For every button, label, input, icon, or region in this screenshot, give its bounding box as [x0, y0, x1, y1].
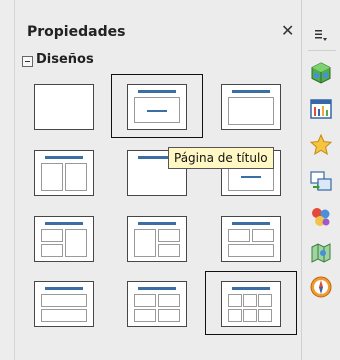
layout-title-2content-content[interactable]: [34, 216, 94, 262]
layout-subtitle-line: [241, 176, 261, 178]
layout-title-2content-over-content[interactable]: [221, 216, 281, 262]
layout-blank[interactable]: [34, 84, 94, 130]
layout-placeholder: [65, 163, 87, 191]
layout-placeholder: [228, 309, 242, 322]
layout-title-content[interactable]: [221, 84, 281, 130]
layout-subtitle-line: [147, 110, 167, 112]
layout-placeholder: [41, 244, 63, 257]
sidebar-separator: [308, 50, 336, 51]
tooltip: Página de título: [168, 147, 274, 169]
layout-title-4content[interactable]: [127, 281, 187, 327]
sidebar-tabbar: [301, 0, 340, 360]
layout-placeholder: [228, 244, 274, 257]
layout-title-2content[interactable]: [34, 150, 94, 196]
layout-title-bar: [45, 156, 83, 159]
layout-placeholder: [41, 309, 87, 322]
panel-title: Propiedades: [27, 24, 126, 40]
close-icon[interactable]: ✕: [281, 22, 294, 40]
layout-placeholder: [134, 294, 156, 307]
layout-placeholder: [228, 294, 242, 307]
layout-placeholder: [158, 294, 180, 307]
layout-placeholder: [243, 309, 257, 322]
navigator-deck-icon[interactable]: [306, 238, 336, 268]
layout-placeholder: [252, 229, 274, 242]
gallery-deck-icon[interactable]: [306, 202, 336, 232]
layout-placeholder: [134, 229, 156, 257]
styles-deck-icon[interactable]: [306, 272, 336, 302]
layout-placeholder: [158, 229, 180, 242]
properties-deck-icon[interactable]: [306, 58, 336, 88]
layout-title-bar: [232, 287, 270, 290]
layout-placeholder: [228, 229, 250, 242]
layout-title-content-over-content[interactable]: [34, 281, 94, 327]
properties-panel: Propiedades ✕ Diseños: [15, 0, 301, 360]
layout-placeholder: [258, 294, 272, 307]
layout-title-bar: [45, 222, 83, 225]
master-slides-deck-icon[interactable]: [306, 94, 336, 124]
layout-title-6content[interactable]: [221, 281, 281, 327]
layout-placeholder: [243, 294, 257, 307]
collapse-section-icon[interactable]: [22, 56, 33, 67]
layout-placeholder: [158, 309, 180, 322]
layout-title-bar: [138, 90, 176, 93]
layout-title-slide[interactable]: [127, 84, 187, 130]
layout-title-content-2content[interactable]: [127, 216, 187, 262]
layout-title-bar: [45, 287, 83, 290]
layout-title-bar: [138, 222, 176, 225]
slide-transition-deck-icon[interactable]: [306, 166, 336, 196]
layout-placeholder: [228, 97, 274, 125]
left-strip: [0, 0, 15, 360]
layout-placeholder: [65, 229, 87, 257]
section-title: Diseños: [36, 52, 94, 67]
sidebar-menu-icon[interactable]: [314, 28, 328, 42]
panel-header: Propiedades ✕: [15, 0, 301, 46]
layout-title-bar: [232, 90, 270, 93]
custom-animation-deck-icon[interactable]: [306, 130, 336, 160]
layout-placeholder: [41, 229, 63, 242]
layout-placeholder: [258, 309, 272, 322]
layout-title-bar: [232, 222, 270, 225]
layout-placeholder: [41, 163, 63, 191]
layout-placeholder: [158, 244, 180, 257]
layout-placeholder: [134, 309, 156, 322]
layout-title-bar: [138, 287, 176, 290]
layout-placeholder: [41, 294, 87, 307]
